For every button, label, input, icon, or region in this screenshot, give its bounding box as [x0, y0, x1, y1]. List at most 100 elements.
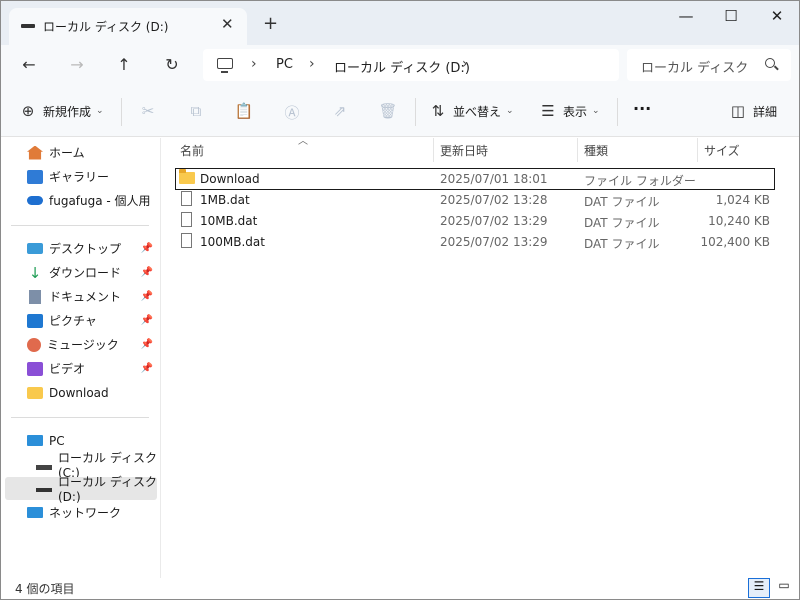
details-pane-button[interactable]: ◫ 詳細 [729, 102, 777, 120]
back-button[interactable]: ← [18, 55, 40, 74]
pin-icon[interactable]: 📌 [141, 243, 153, 254]
maximize-button[interactable]: ☐ [716, 7, 746, 25]
music-icon [27, 337, 41, 352]
breadcrumb-local-disk-d[interactable]: ローカル ディスク (D:) [334, 57, 470, 76]
new-button-label: 新規作成 [43, 104, 92, 119]
copy-icon[interactable]: ⧉ [186, 102, 206, 120]
column-divider[interactable] [697, 138, 698, 162]
paste-icon[interactable]: 📋 [234, 102, 254, 120]
breadcrumb-separator[interactable]: › [462, 56, 468, 72]
folder-icon [179, 169, 195, 184]
up-button[interactable]: ↑ [113, 55, 135, 74]
sidebar-item-label: ホーム [49, 146, 85, 160]
sidebar-item-label: Download [49, 385, 109, 400]
drive-d-icon [36, 487, 52, 492]
large-icons-view-icon: ▭ [778, 578, 790, 592]
sidebar-item-download-folder[interactable]: Download [5, 381, 157, 404]
downloads-icon: ↓ [28, 263, 42, 282]
videos-icon [27, 361, 43, 376]
table-row[interactable]: 10MB.dat 2025/07/02 13:29 DAT ファイル 10,24… [176, 211, 774, 231]
details-button-label: 詳細 [753, 104, 778, 119]
new-button[interactable]: ⊕ 新規作成 ⌄ [19, 102, 104, 120]
sort-button[interactable]: ⇅ 並べ替え ⌄ [429, 102, 514, 120]
column-header-size[interactable]: サイズ [704, 138, 740, 162]
sidebar-item-music[interactable]: ミュージック 📌 [5, 333, 157, 356]
sidebar-item-home[interactable]: ホーム [5, 141, 157, 164]
file-type: DAT ファイル [584, 195, 660, 209]
sidebar-item-videos[interactable]: ビデオ 📌 [5, 357, 157, 380]
column-header-name[interactable]: 名前 [180, 138, 204, 162]
file-size: 1,024 KB [715, 193, 770, 207]
rename-icon[interactable]: Ⓐ [282, 102, 302, 123]
sidebar-item-label: ピクチャ [49, 314, 97, 328]
status-bar: 4 個の項目 ☰ ▭ [1, 578, 799, 599]
pin-icon[interactable]: 📌 [141, 363, 153, 374]
sidebar-item-onedrive[interactable]: fugafuga - 個人用 [5, 189, 157, 212]
file-modified: 2025/07/02 13:29 [440, 214, 548, 228]
pin-icon[interactable]: 📌 [141, 339, 153, 350]
sidebar-item-pictures[interactable]: ピクチャ 📌 [5, 309, 157, 332]
pin-icon[interactable]: 📌 [141, 267, 153, 278]
column-divider[interactable] [433, 138, 434, 162]
sidebar-item-documents[interactable]: ドキュメント 📌 [5, 285, 157, 308]
pin-icon[interactable]: 📌 [141, 291, 153, 302]
home-icon [27, 145, 43, 160]
onedrive-icon [27, 196, 43, 205]
file-icon [181, 191, 192, 206]
pictures-icon [27, 313, 43, 328]
table-row[interactable]: Download 2025/07/01 18:01 ファイル フォルダー [175, 168, 775, 190]
more-options-button[interactable]: ··· [633, 99, 651, 118]
network-icon [27, 507, 43, 518]
new-tab-button[interactable]: + [263, 13, 278, 34]
tiles-view-button[interactable]: ▭ [773, 578, 795, 598]
drive-icon [21, 24, 35, 28]
table-row[interactable]: 100MB.dat 2025/07/02 13:29 DAT ファイル 102,… [176, 232, 774, 252]
divider [415, 98, 416, 126]
refresh-button[interactable]: ↻ [161, 55, 183, 74]
file-type: DAT ファイル [584, 216, 660, 230]
file-explorer-window: ローカル ディスク (D:) ✕ + — ☐ ✕ ← → ↑ ↻ › PC › … [0, 0, 800, 600]
sidebar-item-label: ビデオ [49, 362, 86, 376]
file-name: 10MB.dat [200, 214, 258, 228]
view-lines-icon: ☰ [541, 102, 555, 120]
file-modified: 2025/07/02 13:28 [440, 193, 548, 207]
file-type: ファイル フォルダー [584, 174, 696, 188]
search-box[interactable]: ローカル ディスク (D [627, 49, 791, 81]
tab-local-disk-d[interactable]: ローカル ディスク (D:) ✕ [9, 8, 247, 45]
title-bar: ローカル ディスク (D:) ✕ + — ☐ ✕ [1, 1, 799, 45]
divider [617, 98, 618, 126]
table-row[interactable]: 1MB.dat 2025/07/02 13:28 DAT ファイル 1,024 … [176, 190, 774, 210]
view-button[interactable]: ☰ 表示 ⌄ [539, 102, 599, 120]
sidebar-item-label: ダウンロード [49, 266, 122, 280]
details-view-button[interactable]: ☰ [748, 578, 770, 598]
sidebar-item-downloads[interactable]: ↓ ダウンロード 📌 [5, 261, 157, 284]
minimize-button[interactable]: — [671, 7, 701, 25]
details-pane-icon: ◫ [730, 102, 746, 120]
view-button-label: 表示 [563, 104, 588, 119]
sidebar-item-network[interactable]: ネットワーク [5, 501, 157, 524]
address-bar[interactable]: › PC › ローカル ディスク (D:) › [203, 49, 619, 81]
divider [11, 225, 149, 226]
cut-icon[interactable]: ✂ [138, 102, 158, 120]
breadcrumb-pc[interactable]: PC [276, 57, 293, 72]
pin-icon[interactable]: 📌 [141, 315, 153, 326]
file-name: 1MB.dat [200, 193, 250, 207]
search-input[interactable]: ローカル ディスク (D [641, 57, 751, 76]
sidebar-item-gallery[interactable]: ギャラリー [5, 165, 157, 188]
column-divider[interactable] [577, 138, 578, 162]
sort-icon: ⇅ [431, 102, 445, 120]
delete-icon[interactable]: 🗑 [378, 102, 398, 120]
sidebar-item-drive-d[interactable]: ローカル ディスク (D:) [5, 475, 157, 504]
column-header-modified[interactable]: 更新日時 [440, 138, 488, 162]
search-icon[interactable] [765, 58, 775, 68]
forward-button[interactable]: → [66, 55, 88, 74]
tab-close-button[interactable]: ✕ [221, 15, 234, 33]
drive-c-icon [36, 465, 52, 470]
sidebar-item-desktop[interactable]: デスクトップ 📌 [5, 237, 157, 260]
file-list: ︿ 名前 更新日時 種類 サイズ Download 2025/07/01 18:… [162, 136, 799, 578]
close-button[interactable]: ✕ [762, 7, 792, 25]
column-header-type[interactable]: 種類 [584, 138, 608, 162]
share-icon[interactable]: ⇗ [330, 102, 350, 120]
file-name: 100MB.dat [200, 235, 265, 249]
chevron-down-icon: ⌄ [506, 106, 514, 116]
